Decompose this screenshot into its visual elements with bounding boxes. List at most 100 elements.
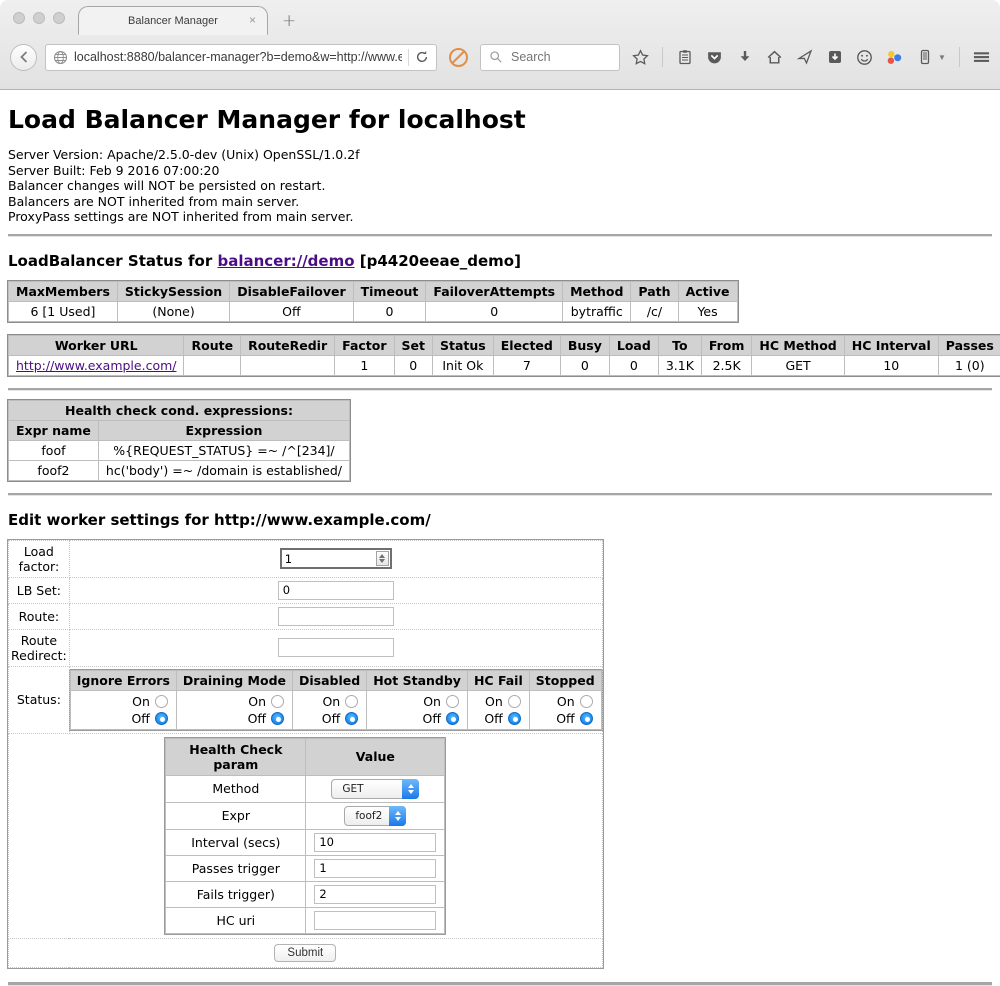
form-row-status: Status: Ignore Errors Draining Mode Disa… [9, 666, 603, 733]
col-header: HC Interval [844, 335, 938, 355]
radio-on-label: On [132, 694, 150, 709]
cell-from: 2.5K [701, 355, 752, 375]
radio-on-hc-fail[interactable] [508, 695, 521, 708]
radio-on-stopped[interactable] [580, 695, 593, 708]
content-blocked-icon[interactable] [449, 48, 468, 67]
col-header: Factor [335, 335, 394, 355]
interval-input[interactable] [314, 833, 436, 852]
fails-input[interactable] [314, 885, 436, 904]
load-factor-stepper[interactable] [280, 548, 392, 569]
number-spinner-icon[interactable] [376, 551, 389, 566]
radio-group-disabled: On Off [293, 690, 367, 729]
form-row-hc-params: Health Check param Value Method GET [9, 733, 603, 938]
hc-param-row-expr: Expr foof2 [166, 802, 445, 829]
radio-off-ignore-errors[interactable] [155, 712, 168, 725]
radio-off-stopped[interactable] [580, 712, 593, 725]
col-header: Expression [98, 420, 349, 440]
lb-set-input[interactable] [278, 581, 394, 600]
col-header: Value [306, 738, 445, 775]
search-input[interactable] [509, 49, 599, 65]
balancer-demo-link[interactable]: balancer://demo [217, 252, 354, 270]
expr-select[interactable]: foof2 [344, 806, 406, 826]
worker-url-link[interactable]: http://www.example.com/ [16, 358, 176, 373]
col-header: Health Check param [166, 738, 306, 775]
hc-params-table: Health Check param Value Method GET [165, 738, 445, 934]
worker-data-row: http://www.example.com/ 1 0 Init Ok 7 0 … [9, 355, 1000, 375]
tab-close-icon[interactable]: × [249, 14, 256, 26]
browser-tab[interactable]: Balancer Manager × [78, 6, 268, 35]
globe-icon [53, 50, 68, 65]
window-minimize-button[interactable] [33, 12, 45, 24]
radio-on-hot-standby[interactable] [446, 695, 459, 708]
url-text[interactable]: localhost:8880/balancer-manager?b=demo&w… [74, 50, 402, 64]
passes-input[interactable] [314, 859, 436, 878]
param-label: Interval (secs) [166, 829, 306, 855]
home-icon[interactable] [766, 49, 783, 66]
radio-on-ignore-errors[interactable] [155, 695, 168, 708]
url-separator [408, 49, 409, 66]
feedback-smiley-icon[interactable] [856, 49, 873, 66]
load-factor-input[interactable] [282, 552, 376, 566]
cell-expression: %{REQUEST_STATUS} =~ /^[234]/ [98, 440, 349, 460]
hc-expr-row: foof %{REQUEST_STATUS} =~ /^[234]/ [9, 440, 350, 460]
route-input[interactable] [278, 607, 394, 626]
search-field[interactable] [480, 44, 620, 71]
window-close-button[interactable] [13, 12, 25, 24]
cell-expr-name: foof2 [9, 460, 99, 480]
col-header: Status [433, 335, 494, 355]
window-zoom-button[interactable] [53, 12, 65, 24]
col-header: Worker URL [9, 335, 184, 355]
radio-off-label: Off [556, 711, 574, 726]
radio-group-stopped: On Off [529, 690, 601, 729]
radio-off-draining-mode[interactable] [271, 712, 284, 725]
col-header: Elected [493, 335, 560, 355]
back-button[interactable] [10, 44, 37, 71]
radio-off-disabled[interactable] [345, 712, 358, 725]
pocket-icon[interactable] [706, 49, 723, 66]
cell-routeredir [241, 355, 335, 375]
reload-icon[interactable] [415, 50, 429, 64]
cell-expression: hc('body') =~ /domain is established/ [98, 460, 349, 480]
cell-hc-method: GET [752, 355, 844, 375]
radio-on-disabled[interactable] [345, 695, 358, 708]
url-bar[interactable]: localhost:8880/balancer-manager?b=demo&w… [45, 44, 437, 71]
bookmark-star-icon[interactable] [632, 49, 649, 66]
chevron-down-icon[interactable]: ▼ [938, 53, 946, 62]
hc-expr-row: foof2 hc('body') =~ /domain is establish… [9, 460, 350, 480]
send-tab-icon[interactable] [796, 49, 813, 66]
cell-elected: 7 [493, 355, 560, 375]
col-header: DisableFailover [230, 281, 353, 301]
toolbar-separator [662, 47, 663, 67]
method-select[interactable]: GET [331, 779, 419, 799]
param-value-cell [306, 855, 445, 881]
server-version-line: Server Version: Apache/2.5.0-dev (Unix) … [8, 147, 360, 162]
reading-list-icon[interactable] [676, 49, 693, 66]
back-arrow-icon [17, 50, 31, 64]
field-label: Load factor: [9, 540, 70, 577]
save-to-pocket-icon[interactable] [826, 49, 843, 66]
col-header: RouteRedir [241, 335, 335, 355]
hc-param-row-hc-uri: HC uri [166, 907, 445, 933]
download-icon[interactable] [736, 49, 753, 66]
radio-off-hot-standby[interactable] [446, 712, 459, 725]
inherit-note-line: Balancers are NOT inherited from main se… [8, 194, 299, 209]
lb-status-table: MaxMembers StickySession DisableFailover… [8, 281, 738, 322]
radio-off-hc-fail[interactable] [508, 712, 521, 725]
col-header: HC Fail [467, 670, 529, 690]
menu-hamburger-icon[interactable] [973, 49, 990, 66]
param-label: HC uri [166, 907, 306, 933]
cell-hc-interval: 10 [844, 355, 938, 375]
cell-busy: 0 [560, 355, 609, 375]
device-sync-icon[interactable] [916, 49, 933, 66]
colored-dots-icon[interactable] [886, 49, 903, 66]
radio-on-label: On [248, 694, 266, 709]
submit-button[interactable]: Submit [274, 944, 336, 962]
select-arrows-icon [389, 806, 406, 826]
divider [8, 982, 992, 986]
radio-on-draining-mode[interactable] [271, 695, 284, 708]
new-tab-button[interactable]: + [282, 11, 296, 31]
route-redirect-input[interactable] [278, 638, 394, 657]
param-label: Expr [166, 802, 306, 829]
search-icon [489, 50, 503, 64]
col-header: HC Method [752, 335, 844, 355]
